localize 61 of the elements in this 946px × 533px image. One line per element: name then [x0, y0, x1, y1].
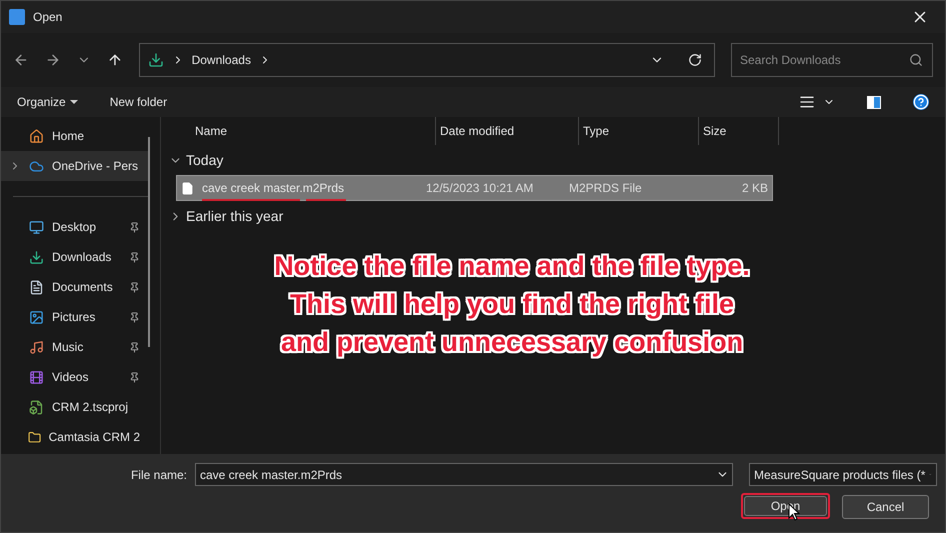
file-row[interactable]: cave creek master.m2Prds 12/5/2023 10:21 AM M2PRDS File 2 KB [176, 175, 773, 201]
download-icon [148, 52, 164, 68]
group-header[interactable]: Today [186, 150, 224, 170]
cloud-icon [29, 158, 44, 174]
sidebar-item[interactable]: Pictures [1, 302, 148, 332]
sidebar-item[interactable]: Downloads [1, 242, 148, 272]
pin-icon[interactable] [129, 222, 140, 232]
organize-button[interactable]: Organize [17, 93, 78, 111]
file-name: cave creek master.m2Prds [202, 179, 344, 197]
folder-icon [28, 430, 41, 444]
pin-icon[interactable] [129, 342, 140, 352]
file-icon [181, 182, 194, 194]
search-field[interactable]: Search Downloads [731, 43, 933, 77]
sidebar-item[interactable]: CRM 2.tscproj [1, 392, 148, 422]
sidebar-item[interactable]: Music [1, 332, 148, 362]
preview-pane-icon[interactable] [867, 96, 881, 108]
pin-icon[interactable] [129, 252, 140, 262]
column-header[interactable]: Type [579, 117, 699, 145]
search-icon [909, 53, 923, 67]
view-options-icon[interactable] [799, 94, 815, 110]
sidebar-item[interactable]: Videos [1, 362, 148, 392]
file-type-dropdown[interactable]: MeasureSquare products files (* [749, 463, 937, 486]
sidebar-item[interactable]: OneDrive - Pers [1, 151, 148, 181]
download-icon [29, 250, 44, 264]
pin-icon[interactable] [129, 372, 140, 382]
annotation-text: Notice the file name and the file type. This will help you find the right file and prevent unnecessary confusion [273, 250, 751, 359]
type-cell-text: M2PRDS File [568, 180, 643, 197]
size-cell-text: 2 KB [740, 180, 769, 197]
project-icon [29, 400, 44, 414]
column-header[interactable]: Name [191, 117, 436, 145]
home-icon [29, 128, 44, 144]
pin-icon[interactable] [129, 282, 140, 292]
sidebar-item[interactable]: Documents [1, 272, 148, 302]
group-header[interactable]: Earlier this year [186, 206, 284, 226]
pictures-icon [29, 310, 44, 324]
file-name-field[interactable]: cave creek master.m2Prds [195, 463, 733, 486]
music-icon [29, 340, 44, 354]
cancel-button[interactable]: Cancel [842, 495, 929, 519]
desktop-icon [29, 220, 44, 234]
column-header[interactable]: Date modified [436, 117, 579, 145]
forward-icon[interactable] [44, 52, 61, 68]
file-name-label: File name: [130, 466, 187, 484]
videos-icon [29, 370, 44, 384]
address-bar[interactable]: Downloads [138, 43, 715, 77]
app-logo-icon [9, 9, 25, 25]
sidebar-item[interactable]: Desktop [1, 212, 148, 242]
breadcrumb[interactable]: Downloads [192, 51, 251, 69]
back-icon[interactable] [13, 52, 29, 68]
window-title: Open [33, 9, 62, 26]
underline-mark [306, 199, 346, 201]
sidebar-item[interactable]: Home [1, 121, 148, 151]
sidebar-item[interactable]: Camtasia CRM 2 [1, 422, 148, 452]
column-header[interactable]: Size [699, 117, 779, 145]
new-folder-button[interactable]: New folder [110, 93, 168, 111]
scrollbar-thumb[interactable] [148, 137, 150, 347]
document-icon [29, 280, 44, 294]
help-icon[interactable] [913, 94, 929, 110]
refresh-icon[interactable] [688, 53, 702, 67]
pin-icon[interactable] [129, 312, 140, 322]
date-cell-text: 12/5/2023 10:21 AM [425, 180, 534, 197]
up-icon[interactable] [106, 52, 123, 68]
